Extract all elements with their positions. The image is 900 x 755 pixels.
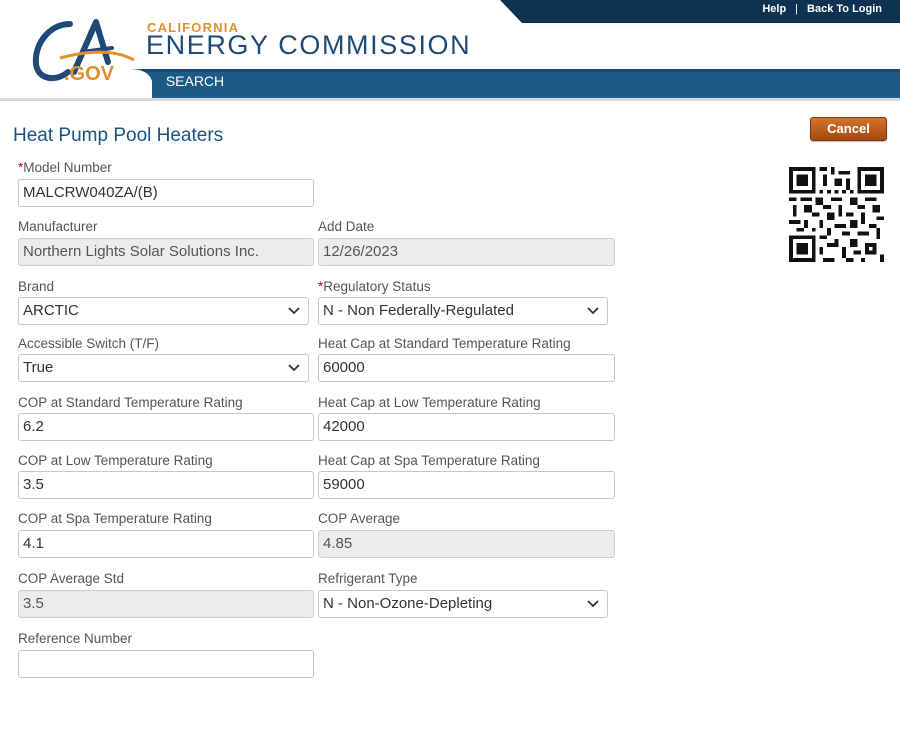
- heat-cap-spa-label: Heat Cap at Spa Temperature Rating: [318, 453, 540, 468]
- refrigerant-type-label: Refrigerant Type: [318, 571, 418, 586]
- brand-energy-commission: ENERGY COMMISSION: [146, 30, 472, 60]
- ca-gov-logo[interactable]: .GOV: [30, 14, 140, 86]
- brand-selected-value: ARCTIC: [23, 302, 79, 319]
- accessible-switch-select[interactable]: True: [18, 354, 309, 382]
- accessible-switch-selected-value: True: [23, 359, 54, 376]
- qr-code-icon: [789, 167, 884, 262]
- heat-cap-spa-input[interactable]: 59000: [318, 471, 615, 499]
- add-date-field: 12/26/2023: [318, 238, 615, 266]
- model-number-label: *Model Number: [18, 160, 112, 175]
- brand-select[interactable]: ARCTIC: [18, 297, 309, 325]
- heat-cap-low-input[interactable]: 42000: [318, 413, 615, 441]
- cop-spa-label: COP at Spa Temperature Rating: [18, 511, 212, 526]
- back-to-login-link[interactable]: Back To Login: [807, 3, 882, 15]
- brand-label: Brand: [18, 279, 55, 294]
- cop-low-input[interactable]: 3.5: [18, 471, 314, 499]
- model-number-input[interactable]: MALCRW040ZA/(B): [18, 179, 314, 207]
- header-divider: [0, 98, 900, 101]
- reference-number-label: Reference Number: [18, 631, 133, 646]
- add-date-label: Add Date: [318, 219, 375, 234]
- top-links-separator: |: [795, 3, 799, 15]
- model-number-label-text: Model Number: [23, 160, 112, 175]
- cop-standard-label: COP at Standard Temperature Rating: [18, 395, 243, 410]
- heat-cap-standard-label: Heat Cap at Standard Temperature Rating: [318, 336, 571, 351]
- manufacturer-label: Manufacturer: [18, 219, 98, 234]
- chevron-down-icon: [288, 307, 300, 315]
- qr-code-pattern: [789, 167, 884, 262]
- reference-number-input[interactable]: [18, 650, 314, 678]
- cop-average-std-field: 3.5: [18, 590, 314, 618]
- cop-average-label: COP Average: [318, 511, 401, 526]
- chevron-down-icon: [587, 307, 599, 315]
- cop-spa-input[interactable]: 4.1: [18, 530, 314, 558]
- regulatory-status-select[interactable]: N - Non Federally-Regulated: [318, 297, 608, 325]
- cop-average-field: 4.85: [318, 530, 615, 558]
- cop-standard-input[interactable]: 6.2: [18, 413, 314, 441]
- regulatory-status-label: *Regulatory Status: [318, 279, 431, 294]
- cop-average-std-label: COP Average Std: [18, 571, 125, 586]
- heat-cap-standard-input[interactable]: 60000: [318, 354, 615, 382]
- top-links: Help | Back To Login: [762, 3, 882, 15]
- regulatory-status-label-text: Regulatory Status: [323, 279, 431, 294]
- heat-cap-low-label: Heat Cap at Low Temperature Rating: [318, 395, 541, 410]
- cancel-button[interactable]: Cancel: [810, 117, 887, 141]
- site-header: Help | Back To Login SEARCH .GOV CALIFORNI…: [0, 0, 900, 101]
- nav-search-tab[interactable]: SEARCH: [152, 71, 238, 98]
- manufacturer-field: Northern Lights Solar Solutions Inc.: [18, 238, 314, 266]
- chevron-down-icon: [288, 364, 300, 372]
- help-link[interactable]: Help: [762, 3, 786, 15]
- logo-gov-text: .GOV: [64, 63, 115, 85]
- regulatory-status-selected-value: N - Non Federally-Regulated: [323, 302, 514, 319]
- chevron-down-icon: [587, 600, 599, 608]
- accessible-switch-label: Accessible Switch (T/F): [18, 336, 160, 351]
- refrigerant-type-selected-value: N - Non-Ozone-Depleting: [323, 595, 493, 612]
- cop-low-label: COP at Low Temperature Rating: [18, 453, 213, 468]
- page-title: Heat Pump Pool Heaters: [13, 125, 224, 146]
- refrigerant-type-select[interactable]: N - Non-Ozone-Depleting: [318, 590, 608, 618]
